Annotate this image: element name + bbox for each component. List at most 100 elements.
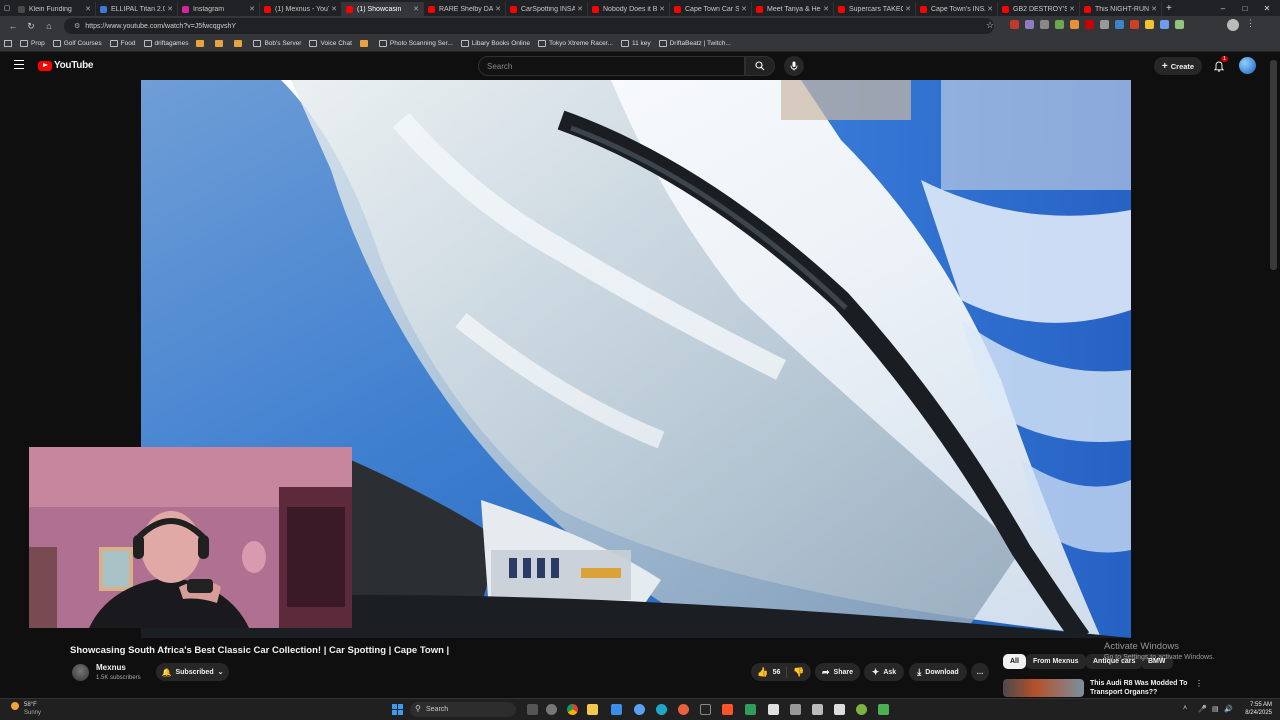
browser-tab[interactable]: (1) Mexnus - YouTu✕ (260, 2, 342, 16)
settings-icon[interactable] (546, 704, 557, 715)
subscribed-button[interactable]: 🔔 Subscribed ⌄ (156, 663, 229, 681)
tab-close-icon[interactable]: ✕ (495, 5, 501, 13)
tab-close-icon[interactable]: ✕ (987, 5, 993, 13)
start-button[interactable] (392, 704, 403, 715)
filter-chip[interactable]: All (1003, 654, 1026, 669)
bookmark-item[interactable]: DriftaBeatz | Twitch... (658, 40, 731, 47)
bookmark-item[interactable]: 11 key (620, 40, 651, 47)
bookmark-item[interactable] (196, 40, 207, 47)
edge-icon[interactable] (656, 704, 667, 715)
tab-close-icon[interactable]: ✕ (741, 5, 747, 13)
extension-icon[interactable] (1025, 20, 1034, 29)
extension-icon[interactable] (1010, 20, 1019, 29)
bookmark-item[interactable] (215, 40, 226, 47)
thumbs-down-icon[interactable]: 👎 (791, 667, 804, 678)
tab-close-icon[interactable]: ✕ (413, 5, 419, 13)
extension-icon[interactable] (1100, 20, 1109, 29)
taskbar-search[interactable]: ⚲ Search (410, 702, 516, 717)
tab-close-icon[interactable]: ✕ (1151, 5, 1157, 13)
tab-search-icon[interactable]: ▢ (0, 0, 14, 17)
task-view-icon[interactable] (527, 704, 538, 715)
network-icon[interactable]: ▤ (1212, 705, 1219, 713)
recommendation-thumbnail[interactable] (1003, 679, 1084, 697)
page-scrollbar[interactable] (1270, 60, 1277, 270)
browser-tab[interactable]: GB2 DESTROY'S Ca✕ (998, 2, 1080, 16)
extension-icon[interactable] (1160, 20, 1169, 29)
browser-tab[interactable]: Instagram ✕ (178, 2, 260, 16)
youtube-logo[interactable]: YouTube (38, 60, 94, 71)
bookmark-item[interactable]: Golf Courses (52, 40, 102, 47)
app-icon[interactable] (790, 704, 801, 715)
channel-avatar[interactable] (72, 664, 89, 681)
recommendation-more-icon[interactable]: ⋮ (1195, 679, 1203, 688)
app-icon[interactable] (745, 704, 756, 715)
browser-tab[interactable]: Nobody Does it Be ✕ (588, 2, 670, 16)
bookmark-star-icon[interactable]: ☆ (986, 20, 994, 31)
tab-close-icon[interactable]: ✕ (249, 5, 255, 13)
extension-icon[interactable] (1145, 20, 1154, 29)
guide-menu-icon[interactable] (14, 60, 24, 69)
app-icon[interactable] (634, 704, 645, 715)
file-explorer-icon[interactable] (587, 704, 598, 715)
bookmark-item[interactable]: driftagames (143, 40, 188, 47)
extension-icon[interactable] (1085, 20, 1094, 29)
app-icon[interactable] (878, 704, 889, 715)
ask-button[interactable]: ✦ Ask (864, 663, 904, 681)
address-bar[interactable]: ⚙ https://www.youtube.com/watch?v=J5fwcq… (64, 18, 994, 34)
notifications-button[interactable]: 1 (1211, 56, 1228, 73)
bookmark-item[interactable]: Food (109, 40, 136, 47)
maximize-icon[interactable]: □ (1234, 0, 1256, 16)
tab-close-icon[interactable]: ✕ (659, 5, 665, 13)
more-actions-button[interactable]: … (971, 663, 989, 681)
browser-tab[interactable]: Klein Funding ✕ (14, 2, 96, 16)
weather-widget[interactable]: 58°F Sunny (11, 701, 41, 717)
tray-chevron-icon[interactable]: ˄ (1183, 705, 1187, 712)
bookmark-item[interactable]: Voice Chat (309, 40, 352, 47)
download-button[interactable]: ⤓ Download (909, 663, 967, 681)
browser-tab[interactable]: Cape Town Car Sce✕ (670, 2, 752, 16)
extension-icon[interactable] (1070, 20, 1079, 29)
extension-icon[interactable] (1055, 20, 1064, 29)
bookmark-item[interactable]: Libary Books Online (460, 40, 530, 47)
browser-tab[interactable]: RARE Shelby DAYTI✕ (424, 2, 506, 16)
extension-icon[interactable] (1130, 20, 1139, 29)
extension-icon[interactable] (1115, 20, 1124, 29)
tab-close-icon[interactable]: ✕ (823, 5, 829, 13)
search-button[interactable] (745, 56, 775, 76)
system-clock[interactable]: 7:55 AM 8/24/2025 (1238, 701, 1272, 717)
app-icon[interactable] (856, 704, 867, 715)
browser-tab[interactable]: Meet Tanya & Her ✕ (752, 2, 834, 16)
home-icon[interactable]: ⌂ (40, 17, 58, 35)
extension-icon[interactable] (1040, 20, 1049, 29)
app-icon[interactable] (812, 704, 823, 715)
bookmark-item[interactable]: Prop (20, 40, 45, 47)
browser-tab[interactable]: ELLIPAL Titan 2.0 C✕ (96, 2, 178, 16)
volume-icon[interactable]: 🔊 (1224, 705, 1233, 713)
like-button[interactable]: 👍 56 (757, 666, 788, 678)
browser-tab[interactable]: Supercars TAKEOVE✕ (834, 2, 916, 16)
profile-avatar[interactable] (1227, 19, 1239, 31)
microphone-tray-icon[interactable]: 🎤 (1198, 705, 1207, 713)
photos-icon[interactable] (611, 704, 622, 715)
terminal-icon[interactable] (700, 704, 711, 715)
tab-close-icon[interactable]: ✕ (905, 5, 911, 13)
create-button[interactable]: + Create (1154, 57, 1202, 75)
back-icon[interactable]: ← (4, 17, 22, 35)
minimize-icon[interactable]: – (1212, 0, 1234, 16)
account-avatar[interactable] (1239, 57, 1256, 74)
bookmark-item[interactable] (234, 40, 245, 47)
tab-close-icon[interactable]: ✕ (85, 5, 91, 13)
recommendation-title[interactable]: This Audi R8 Was Modded To Transport Org… (1090, 679, 1200, 696)
app-icon[interactable] (834, 704, 845, 715)
share-button[interactable]: ➦ Share (815, 663, 860, 681)
browser-tab[interactable]: This NIGHT-RUN W✕ (1080, 2, 1162, 16)
new-tab-button[interactable]: + (1166, 3, 1172, 14)
search-input[interactable]: Search (478, 56, 745, 76)
filter-chip[interactable]: From Mexnus (1026, 654, 1086, 669)
voice-search-button[interactable] (784, 56, 804, 76)
firefox-icon[interactable] (678, 704, 689, 715)
tab-close-icon[interactable]: ✕ (331, 5, 337, 13)
reload-icon[interactable]: ↻ (22, 17, 40, 35)
tab-close-icon[interactable]: ✕ (577, 5, 583, 13)
bookmark-item[interactable]: Photo Scanning Ser... (378, 40, 453, 47)
